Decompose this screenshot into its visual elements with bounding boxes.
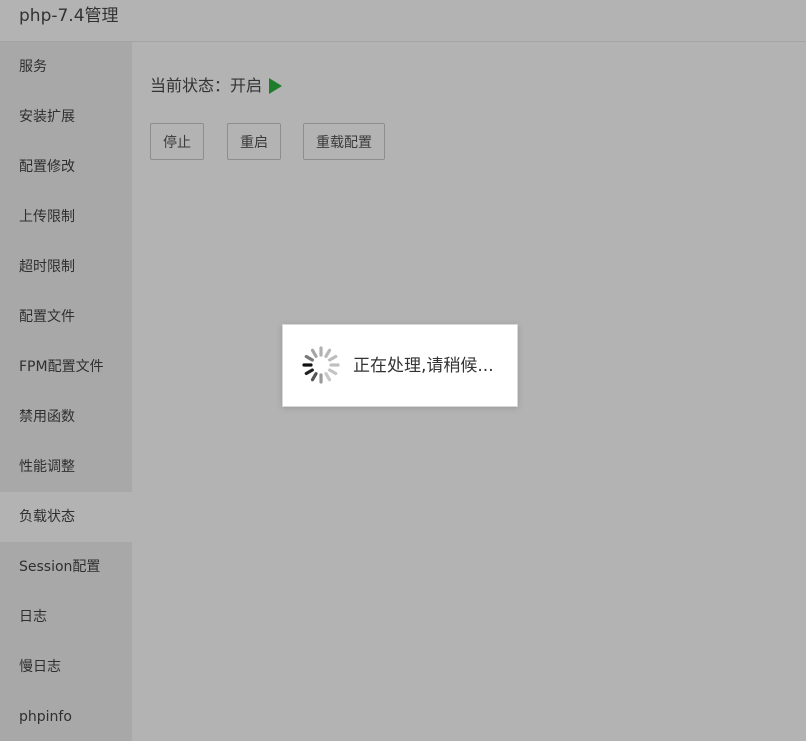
sidebar-item-config-file[interactable]: 配置文件 (0, 292, 132, 342)
loading-message: 正在处理,请稍候... (353, 356, 494, 376)
window-title: php-7.4管理 (19, 6, 119, 26)
stop-button[interactable]: 停止 (150, 123, 204, 160)
status-label: 当前状态：开启 (150, 76, 263, 95)
title-bar: php-7.4管理 (0, 0, 806, 42)
sidebar-item-config-modify[interactable]: 配置修改 (0, 142, 132, 192)
sidebar-item-log[interactable]: 日志 (0, 592, 132, 642)
reload-config-button[interactable]: 重载配置 (303, 123, 385, 160)
loading-dialog: 正在处理,请稍候... (282, 324, 518, 407)
sidebar-item-slow-log[interactable]: 慢日志 (0, 642, 132, 692)
sidebar-item-install-extension[interactable]: 安装扩展 (0, 92, 132, 142)
sidebar-item-disabled-functions[interactable]: 禁用函数 (0, 392, 132, 442)
sidebar-item-service[interactable]: 服务 (0, 42, 132, 92)
restart-button[interactable]: 重启 (227, 123, 281, 160)
sidebar-item-phpinfo[interactable]: phpinfo (0, 692, 132, 741)
service-status: 当前状态：开启 (150, 75, 283, 97)
sidebar-item-session-config[interactable]: Session配置 (0, 542, 132, 592)
spinner-icon (302, 346, 340, 384)
play-icon (269, 78, 283, 94)
sidebar-item-load-status[interactable]: 负载状态 (0, 492, 132, 542)
sidebar-item-performance-tuning[interactable]: 性能调整 (0, 442, 132, 492)
sidebar: 服务 安装扩展 配置修改 上传限制 超时限制 配置文件 FPM配置文件 禁用函数… (0, 42, 132, 741)
sidebar-item-upload-limit[interactable]: 上传限制 (0, 192, 132, 242)
sidebar-item-fpm-config-file[interactable]: FPM配置文件 (0, 342, 132, 392)
sidebar-item-timeout-limit[interactable]: 超时限制 (0, 242, 132, 292)
